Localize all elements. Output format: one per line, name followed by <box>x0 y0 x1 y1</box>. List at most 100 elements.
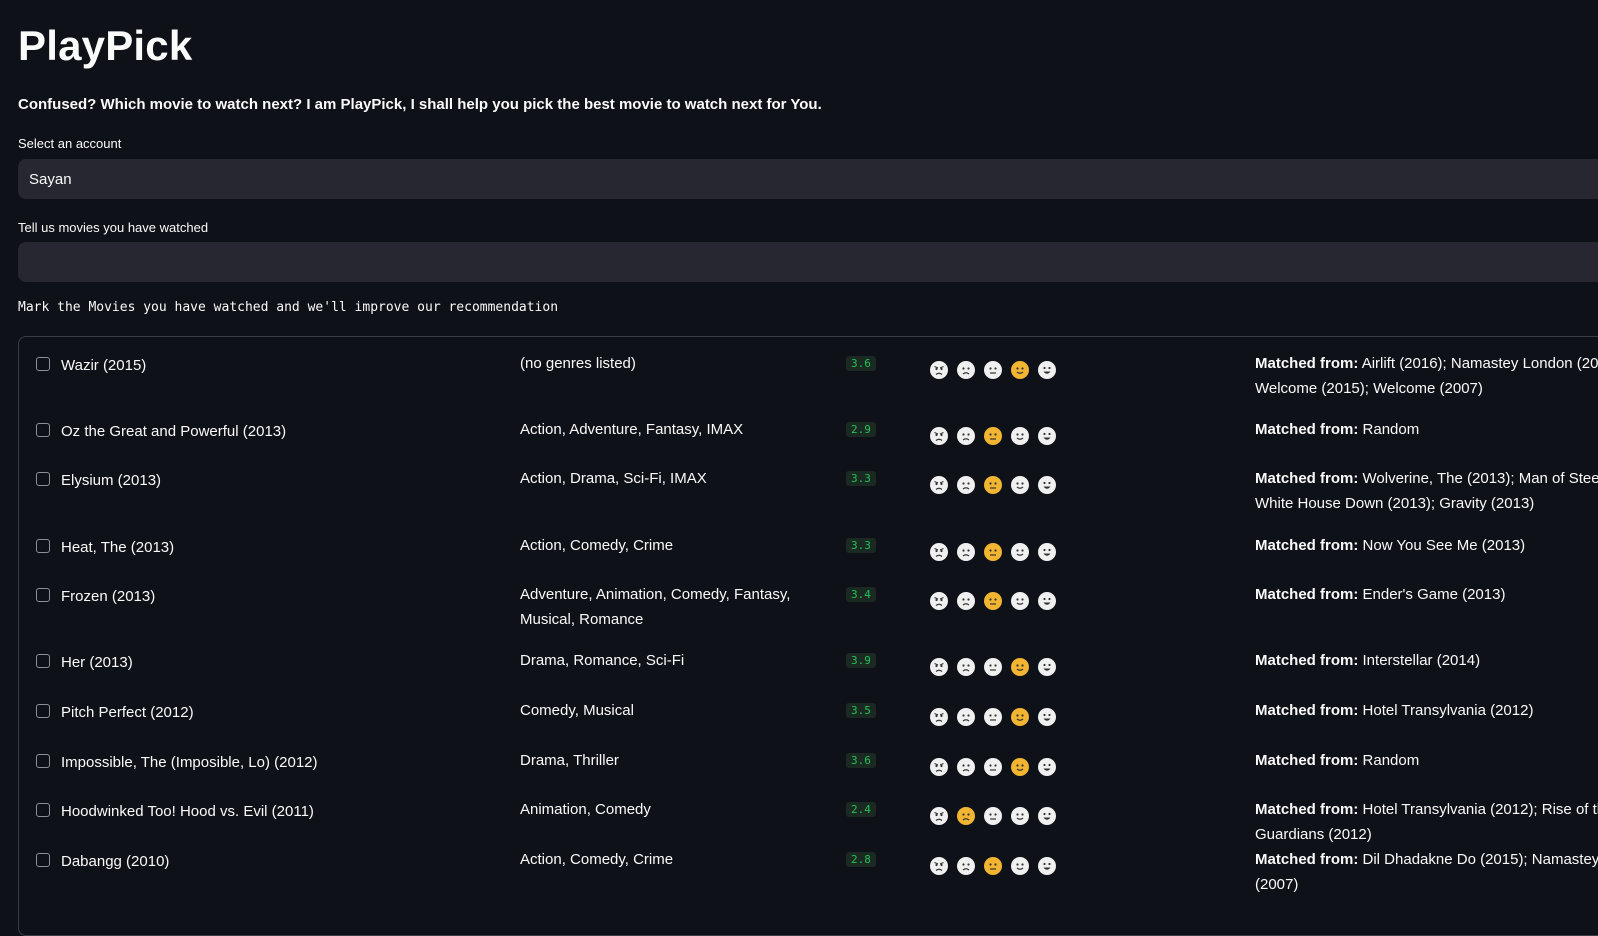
slight-smile-face-icon[interactable] <box>1011 658 1029 676</box>
movie-genres: (no genres listed) <box>520 355 636 372</box>
movie-rating-badge: 3.5 <box>846 703 876 718</box>
angry-face-icon[interactable] <box>930 708 948 726</box>
matched-from-label: Matched from: <box>1255 586 1359 603</box>
neutral-face-icon[interactable] <box>984 361 1002 379</box>
matched-from: Matched from: Interstellar (2014) <box>1255 648 1598 673</box>
sad-face-icon[interactable] <box>957 708 975 726</box>
neutral-face-icon[interactable] <box>984 543 1002 561</box>
grin-face-icon[interactable] <box>1038 476 1056 494</box>
slight-smile-face-icon[interactable] <box>1011 857 1029 875</box>
neutral-face-icon[interactable] <box>984 592 1002 610</box>
movie-rating-badge: 3.4 <box>846 587 876 602</box>
account-select-label: Select an account <box>18 136 122 151</box>
movie-title: Elysium (2013) <box>61 472 162 489</box>
sad-face-icon[interactable] <box>957 361 975 379</box>
sad-face-icon[interactable] <box>957 543 975 561</box>
matched-from-value: Hotel Transylvania (2012) <box>1362 702 1534 719</box>
matched-from-label: Matched from: <box>1255 752 1359 769</box>
grin-face-icon[interactable] <box>1038 427 1056 445</box>
matched-from-label: Matched from: <box>1255 851 1359 868</box>
movie-title: Hoodwinked Too! Hood vs. Evil (2011) <box>61 803 314 820</box>
rating-faces <box>930 543 1056 561</box>
grin-face-icon[interactable] <box>1038 543 1056 561</box>
grin-face-icon[interactable] <box>1038 708 1056 726</box>
neutral-face-icon[interactable] <box>984 427 1002 445</box>
slight-smile-face-icon[interactable] <box>1011 361 1029 379</box>
slight-smile-face-icon[interactable] <box>1011 592 1029 610</box>
sad-face-icon[interactable] <box>957 807 975 825</box>
matched-from: Matched from: Now You See Me (2013) <box>1255 533 1598 558</box>
slight-smile-face-icon[interactable] <box>1011 708 1029 726</box>
neutral-face-icon[interactable] <box>984 758 1002 776</box>
matched-from: Matched from: Random <box>1255 748 1598 773</box>
angry-face-icon[interactable] <box>930 658 948 676</box>
grin-face-icon[interactable] <box>1038 857 1056 875</box>
slight-smile-face-icon[interactable] <box>1011 807 1029 825</box>
neutral-face-icon[interactable] <box>984 476 1002 494</box>
movie-title: Pitch Perfect (2012) <box>61 704 194 721</box>
neutral-face-icon[interactable] <box>984 708 1002 726</box>
slight-smile-face-icon[interactable] <box>1011 758 1029 776</box>
neutral-face-icon[interactable] <box>984 658 1002 676</box>
account-select[interactable]: Sayan <box>18 159 1598 199</box>
sad-face-icon[interactable] <box>957 592 975 610</box>
grin-face-icon[interactable] <box>1038 758 1056 776</box>
sad-face-icon[interactable] <box>957 476 975 494</box>
neutral-face-icon[interactable] <box>984 807 1002 825</box>
page-subtitle: Confused? Which movie to watch next? I a… <box>18 96 822 113</box>
movie-title: Wazir (2015) <box>61 357 147 374</box>
movie-genres: Action, Comedy, Crime <box>520 851 674 868</box>
slight-smile-face-icon[interactable] <box>1011 476 1029 494</box>
movie-rating-badge: 2.4 <box>846 802 876 817</box>
watched-checkbox[interactable] <box>36 539 50 553</box>
angry-face-icon[interactable] <box>930 592 948 610</box>
matched-from-label: Matched from: <box>1255 801 1359 818</box>
movie-title: Frozen (2013) <box>61 588 156 605</box>
grin-face-icon[interactable] <box>1038 658 1056 676</box>
sad-face-icon[interactable] <box>957 857 975 875</box>
watched-movies-input[interactable] <box>18 242 1598 282</box>
watched-checkbox[interactable] <box>36 754 50 768</box>
matched-from: Matched from: Random <box>1255 417 1598 442</box>
watched-checkbox[interactable] <box>36 357 50 371</box>
grin-face-icon[interactable] <box>1038 807 1056 825</box>
watched-checkbox[interactable] <box>36 654 50 668</box>
movie-genres: Action, Drama, Sci-Fi, IMAX <box>520 470 707 487</box>
sad-face-icon[interactable] <box>957 427 975 445</box>
mark-movies-note: Mark the Movies you have watched and we'… <box>18 300 559 315</box>
movie-rating-badge: 3.3 <box>846 538 876 553</box>
watched-input-label: Tell us movies you have watched <box>18 220 209 235</box>
matched-from-value: Now You See Me (2013) <box>1362 537 1526 554</box>
angry-face-icon[interactable] <box>930 476 948 494</box>
angry-face-icon[interactable] <box>930 427 948 445</box>
sad-face-icon[interactable] <box>957 658 975 676</box>
sad-face-icon[interactable] <box>957 758 975 776</box>
slight-smile-face-icon[interactable] <box>1011 543 1029 561</box>
movie-title: Her (2013) <box>61 654 133 671</box>
angry-face-icon[interactable] <box>930 543 948 561</box>
matched-from-value: Random <box>1362 752 1420 769</box>
matched-from-label: Matched from: <box>1255 652 1359 669</box>
watched-checkbox[interactable] <box>36 423 50 437</box>
matched-from: Matched from: Hotel Transylvania (2012) <box>1255 698 1598 723</box>
matched-from-label: Matched from: <box>1255 421 1359 438</box>
matched-from: Matched from: Dil Dhadakne Do (2015); Na… <box>1255 847 1598 897</box>
angry-face-icon[interactable] <box>930 361 948 379</box>
neutral-face-icon[interactable] <box>984 857 1002 875</box>
movie-title: Impossible, The (Imposible, Lo) (2012) <box>61 754 318 771</box>
movie-rating-badge: 3.6 <box>846 356 876 371</box>
watched-checkbox[interactable] <box>36 853 50 867</box>
angry-face-icon[interactable] <box>930 758 948 776</box>
watched-checkbox[interactable] <box>36 472 50 486</box>
movie-genres: Drama, Thriller <box>520 752 619 769</box>
grin-face-icon[interactable] <box>1038 592 1056 610</box>
slight-smile-face-icon[interactable] <box>1011 427 1029 445</box>
angry-face-icon[interactable] <box>930 857 948 875</box>
watched-checkbox[interactable] <box>36 588 50 602</box>
matched-from-label: Matched from: <box>1255 537 1359 554</box>
matched-from: Matched from: Hotel Transylvania (2012);… <box>1255 797 1598 847</box>
watched-checkbox[interactable] <box>36 704 50 718</box>
watched-checkbox[interactable] <box>36 803 50 817</box>
grin-face-icon[interactable] <box>1038 361 1056 379</box>
angry-face-icon[interactable] <box>930 807 948 825</box>
